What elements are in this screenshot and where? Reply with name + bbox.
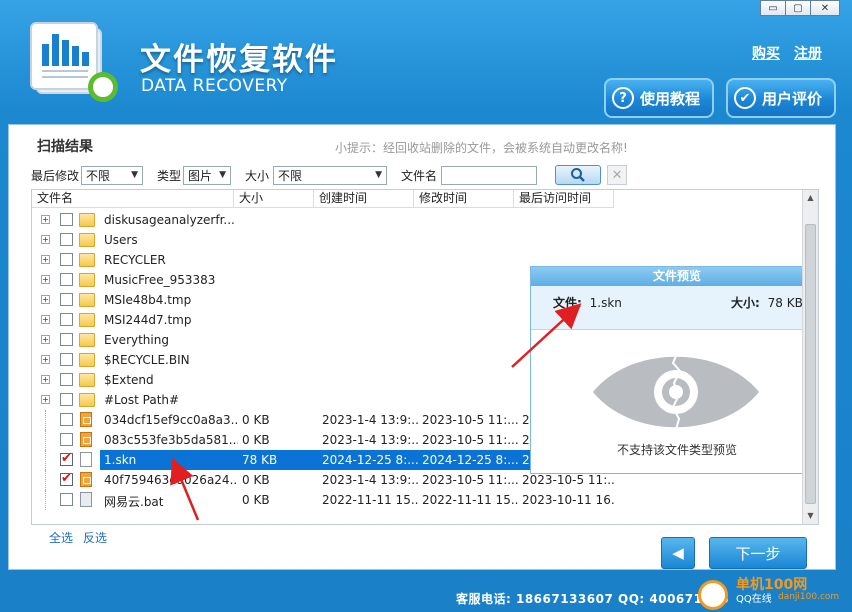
type-select[interactable]: 图片 ▼ bbox=[183, 165, 232, 185]
app-title: 文件恢复软件 bbox=[140, 42, 338, 78]
rate-button[interactable]: ✔ 用户评价 bbox=[726, 78, 836, 118]
clear-button[interactable]: ✕ bbox=[607, 165, 628, 185]
back-button[interactable]: ◀ bbox=[661, 537, 695, 569]
type-value: 图片 bbox=[188, 168, 213, 183]
question-icon: ? bbox=[612, 87, 634, 109]
next-button[interactable]: 下一步 bbox=[709, 537, 807, 569]
size-label: 大小 bbox=[245, 168, 270, 183]
tutorial-button[interactable]: ? 使用教程 bbox=[604, 78, 714, 118]
minimize-button[interactable]: ▭ bbox=[760, 0, 786, 16]
buy-link[interactable]: 购买 bbox=[752, 43, 780, 63]
chevron-down-icon: ▼ bbox=[219, 170, 227, 180]
main-panel: 扫描结果 小提示：经回收站删除的文件，会被系统自动更改名称! 最后修改 不限 ▼… bbox=[8, 124, 836, 570]
size-select[interactable]: 不限 ▼ bbox=[273, 165, 388, 185]
filter-bar: 最后修改 不限 ▼ 类型 图片 ▼ 大小 不限 ▼ 文件名 ✕ bbox=[31, 165, 628, 185]
watermark-logo-icon bbox=[698, 580, 728, 610]
section-title: 扫描结果 bbox=[37, 139, 93, 155]
search-icon bbox=[571, 168, 585, 182]
scroll-up-icon[interactable]: ▲ bbox=[803, 190, 818, 206]
last-modified-select[interactable]: 不限 ▼ bbox=[81, 165, 144, 185]
hint-text: 小提示：经回收站删除的文件，会被系统自动更改名称! bbox=[335, 141, 628, 155]
invert-selection-link[interactable]: 反选 bbox=[83, 529, 107, 546]
close-icon: ✕ bbox=[611, 167, 623, 183]
thumb-icon: ✔ bbox=[734, 87, 756, 109]
scroll-thumb[interactable] bbox=[805, 224, 816, 504]
last-modified-label: 最后修改 bbox=[31, 168, 80, 183]
size-value: 不限 bbox=[278, 168, 303, 183]
contact-footer: 客服电话: 18667133607 QQ: 400671806 bbox=[456, 592, 730, 606]
top-links: 购买 注册 bbox=[752, 43, 822, 63]
app-window: ▭ ▢ ✕ 文件恢复软件 DATA RECOVERY 购买 注册 ? 使用教程 … bbox=[0, 0, 852, 612]
window-controls: ▭ ▢ ✕ bbox=[760, 0, 840, 16]
tutorial-button-label: 使用教程 bbox=[640, 89, 701, 108]
app-logo bbox=[30, 22, 118, 102]
back-arrow-icon: ◀ bbox=[672, 544, 684, 562]
chevron-down-icon: ▼ bbox=[131, 170, 139, 180]
scroll-down-icon[interactable]: ▼ bbox=[803, 508, 818, 524]
chevron-down-icon: ▼ bbox=[375, 170, 383, 180]
last-modified-value: 不限 bbox=[86, 168, 111, 183]
register-link[interactable]: 注册 bbox=[794, 43, 822, 63]
watermark-line3: danji100.com bbox=[778, 592, 840, 602]
rate-button-label: 用户评价 bbox=[762, 89, 823, 108]
close-button[interactable]: ✕ bbox=[810, 0, 840, 16]
type-label: 类型 bbox=[157, 168, 182, 183]
app-subtitle: DATA RECOVERY bbox=[141, 76, 288, 96]
file-table: 文件名 大小 创建时间 修改时间 最后访问时间 + diskusageanalyz… bbox=[31, 189, 819, 525]
recycle-icon bbox=[88, 72, 118, 102]
next-button-label: 下一步 bbox=[735, 544, 781, 563]
watermark: 单机100网 QQ在线 danji100.com bbox=[698, 574, 848, 610]
filename-label: 文件名 bbox=[401, 168, 438, 183]
annotation-arrows bbox=[170, 303, 582, 521]
filename-input[interactable] bbox=[441, 165, 538, 185]
select-all-link[interactable]: 全选 bbox=[49, 529, 73, 546]
selection-links: 全选 反选 bbox=[49, 529, 107, 546]
watermark-line2: QQ在线 bbox=[736, 594, 772, 605]
maximize-button[interactable]: ▢ bbox=[785, 0, 811, 16]
search-button[interactable] bbox=[555, 165, 602, 185]
vertical-scrollbar[interactable]: ▲ ▼ bbox=[802, 190, 818, 524]
